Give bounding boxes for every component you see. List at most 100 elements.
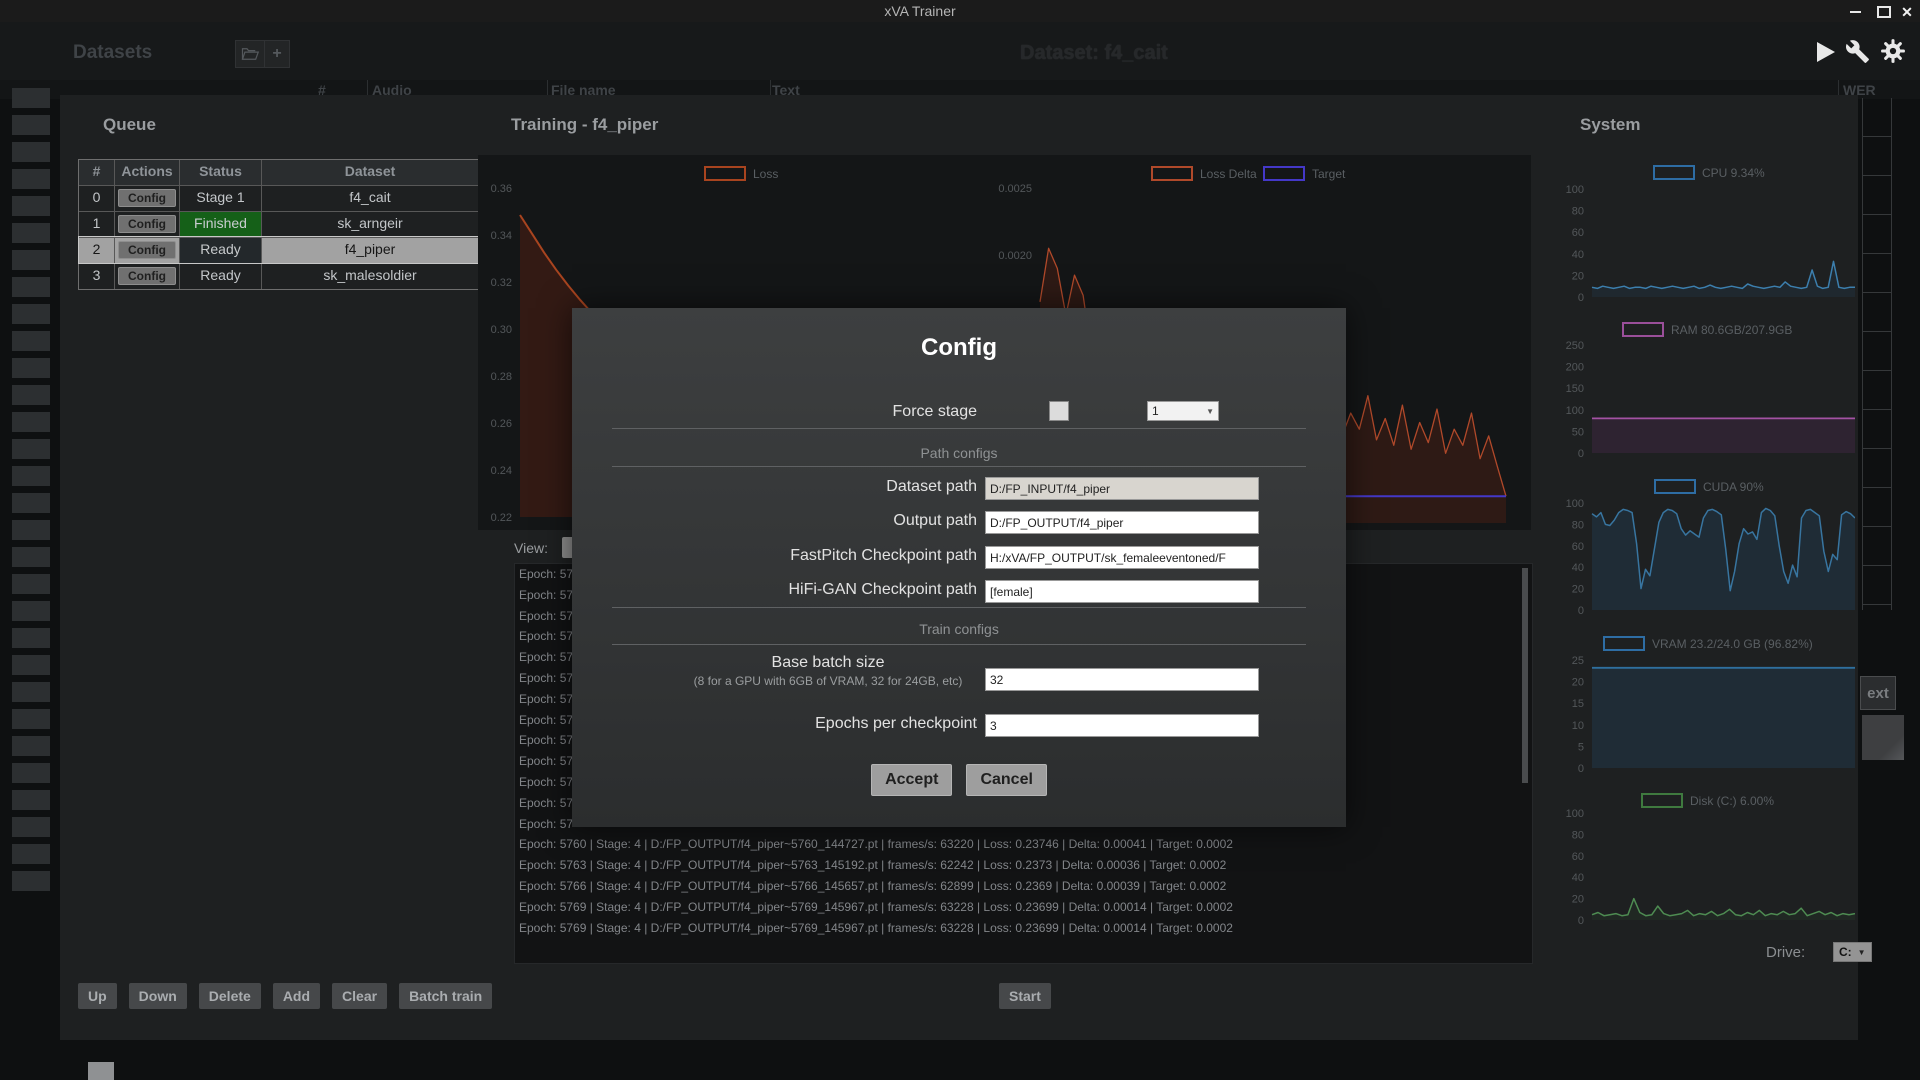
svg-text:40: 40 [1572, 249, 1584, 261]
queue-button-batch-train[interactable]: Batch train [399, 983, 492, 1009]
hifigan-checkpoint-input[interactable] [985, 580, 1259, 603]
modal-title: Config [572, 334, 1346, 362]
cpu-chart: 100806040200 [1550, 175, 1855, 305]
svg-text:40: 40 [1572, 872, 1584, 884]
queue-row[interactable]: 1ConfigFinishedsk_arngeir [79, 211, 478, 237]
training-title: Training - f4_piper [511, 115, 658, 135]
svg-text:60: 60 [1572, 541, 1584, 553]
next-button[interactable]: ext [1860, 676, 1896, 710]
log-scrollbar[interactable] [1522, 568, 1528, 783]
svg-text:80: 80 [1572, 519, 1584, 531]
svg-text:0.36: 0.36 [491, 183, 512, 195]
chevron-down-icon: ▼ [1858, 948, 1866, 957]
queue-button-up[interactable]: Up [78, 983, 117, 1009]
minimize-button[interactable] [1847, 4, 1863, 20]
base-batch-size-hint: (8 for a GPU with 6GB of VRAM, 32 for 24… [632, 674, 1024, 688]
cancel-button[interactable]: Cancel [966, 764, 1046, 796]
queue-row[interactable]: 3ConfigReadysk_malesoldier [79, 263, 478, 289]
queue-header-row: #ActionsStatusDataset [79, 160, 478, 185]
log-line: Epoch: 5769 | Stage: 4 | D:/FP_OUTPUT/f4… [515, 897, 1532, 918]
title-bar: xVA Trainer ✕ [0, 0, 1920, 22]
svg-text:0.26: 0.26 [491, 418, 512, 430]
force-stage-checkbox[interactable] [1049, 401, 1069, 421]
background-text-area[interactable] [1862, 715, 1904, 760]
settings-button[interactable] [1880, 38, 1906, 69]
queue-row-dataset: f4_cait [261, 186, 478, 211]
epochs-per-checkpoint-label: Epochs per checkpoint [572, 715, 977, 733]
svg-text:150: 150 [1566, 383, 1584, 395]
queue-button-down[interactable]: Down [129, 983, 187, 1009]
maximize-icon [1877, 6, 1891, 18]
svg-text:60: 60 [1572, 227, 1584, 239]
queue-button-clear[interactable]: Clear [332, 983, 387, 1009]
svg-text:40: 40 [1572, 562, 1584, 574]
svg-text:200: 200 [1566, 362, 1584, 374]
config-button[interactable]: Config [118, 215, 176, 233]
cuda-chart: 100806040200 [1550, 489, 1855, 618]
queue-row-number: 1 [79, 212, 114, 237]
svg-text:0.34: 0.34 [491, 230, 512, 242]
folder-open-icon [240, 45, 260, 63]
fastpitch-checkpoint-label: FastPitch Checkpoint path [572, 547, 977, 565]
close-icon: ✕ [1901, 5, 1913, 19]
config-button[interactable]: Config [118, 267, 176, 285]
svg-text:0: 0 [1578, 292, 1584, 304]
add-dataset-button[interactable]: + [264, 40, 290, 68]
train-play-button[interactable] [1815, 41, 1837, 68]
svg-text:20: 20 [1572, 677, 1584, 689]
epochs-per-checkpoint-input[interactable] [985, 714, 1259, 737]
base-batch-size-input[interactable] [985, 668, 1259, 691]
start-button[interactable]: Start [999, 983, 1051, 1009]
view-label: View: [514, 540, 548, 556]
tools-button[interactable] [1845, 39, 1870, 69]
train-configs-section-title: Train configs [572, 621, 1346, 637]
play-icon [1815, 41, 1837, 63]
datasets-title: Datasets [73, 42, 152, 64]
queue-button-delete[interactable]: Delete [199, 983, 261, 1009]
svg-text:80: 80 [1572, 206, 1584, 218]
output-path-label: Output path [572, 512, 977, 530]
accept-button[interactable]: Accept [871, 764, 952, 796]
output-path-input[interactable] [985, 511, 1259, 534]
svg-text:0.30: 0.30 [491, 324, 512, 336]
queue-row-dataset: f4_piper [261, 238, 478, 263]
svg-text:250: 250 [1566, 340, 1584, 352]
maximize-button[interactable] [1876, 4, 1892, 20]
queue-row-number: 0 [79, 186, 114, 211]
svg-text:100: 100 [1566, 184, 1584, 196]
open-folder-button[interactable] [235, 40, 265, 68]
ram-chart: 250200150100500 [1550, 331, 1855, 461]
config-button[interactable]: Config [118, 189, 176, 207]
close-button[interactable]: ✕ [1899, 4, 1915, 20]
svg-text:0: 0 [1578, 763, 1584, 775]
dataset-path-input[interactable] [985, 477, 1259, 500]
queue-row-status: Finished [179, 212, 261, 237]
drive-select[interactable]: C:▼ [1833, 942, 1872, 962]
log-line: Epoch: 5766 | Stage: 4 | D:/FP_OUTPUT/f4… [515, 876, 1532, 897]
svg-text:25: 25 [1572, 655, 1584, 667]
base-batch-size-label: Base batch size [632, 654, 1024, 672]
svg-text:50: 50 [1572, 426, 1584, 438]
background-table-rows [1862, 98, 1892, 610]
bottom-left-fragment [88, 1062, 114, 1080]
config-button[interactable]: Config [118, 241, 176, 259]
svg-text:100: 100 [1566, 808, 1584, 820]
force-stage-select[interactable]: 1▼ [1147, 401, 1219, 421]
svg-text:0.0025: 0.0025 [998, 183, 1032, 195]
svg-text:100: 100 [1566, 498, 1584, 510]
vram-chart: 2520151050 [1550, 646, 1855, 776]
chevron-down-icon: ▼ [1206, 407, 1214, 416]
svg-text:5: 5 [1578, 741, 1584, 753]
svg-text:10: 10 [1572, 720, 1584, 732]
wrench-icon [1845, 39, 1870, 64]
svg-text:60: 60 [1572, 851, 1584, 863]
queue-title: Queue [103, 115, 156, 135]
svg-text:20: 20 [1572, 894, 1584, 906]
queue-row[interactable]: 2ConfigReadyf4_piper [79, 237, 478, 263]
plus-icon: + [272, 45, 281, 63]
queue-button-add[interactable]: Add [273, 983, 320, 1009]
queue-row[interactable]: 0ConfigStage 1f4_cait [79, 185, 478, 211]
window-title: xVA Trainer [420, 3, 1420, 19]
svg-text:80: 80 [1572, 829, 1584, 841]
fastpitch-checkpoint-input[interactable] [985, 546, 1259, 569]
